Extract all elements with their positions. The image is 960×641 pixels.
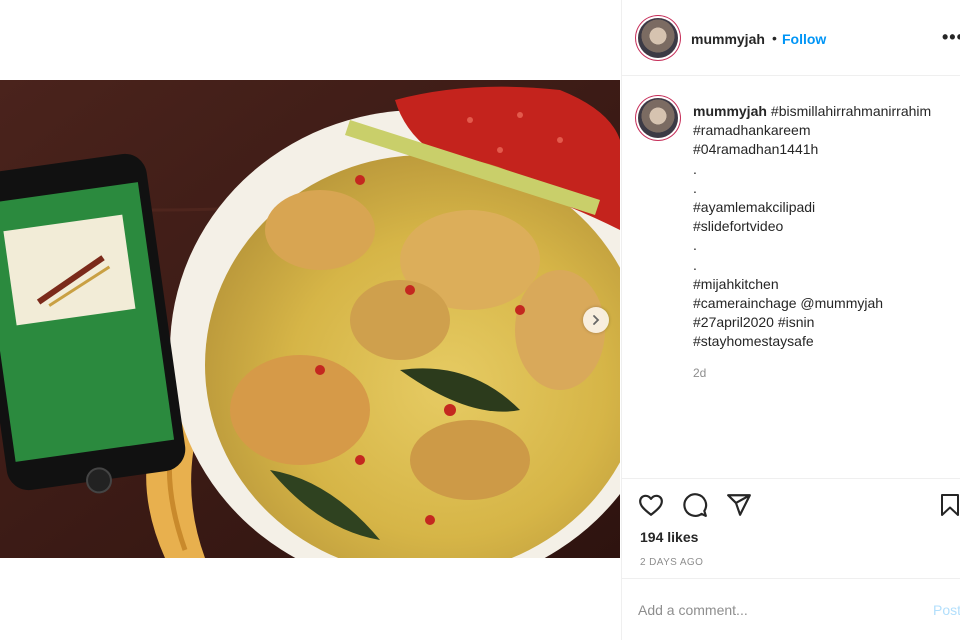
avatar[interactable] bbox=[638, 18, 678, 58]
post-photo[interactable] bbox=[0, 80, 620, 558]
caption-line-11[interactable]: #27april2020 #isnin bbox=[693, 313, 958, 332]
caption-line-7: . bbox=[693, 237, 697, 254]
post-header: mummyjah • Follow ••• bbox=[622, 0, 960, 76]
caption-line-1[interactable]: #ramadhankareem bbox=[693, 121, 958, 140]
caption-line-6[interactable]: #slidefortvideo bbox=[693, 217, 958, 236]
share-icon bbox=[727, 494, 751, 516]
comment-icon bbox=[683, 493, 708, 517]
caption-line-12[interactable]: #stayhomestaysafe bbox=[693, 332, 958, 351]
post-comment-button[interactable]: Post bbox=[933, 602, 960, 618]
caption-line-2[interactable]: #04ramadhan1441h bbox=[693, 140, 958, 159]
follow-button[interactable]: Follow bbox=[782, 31, 826, 47]
comment-button[interactable] bbox=[682, 492, 708, 523]
bookmark-icon bbox=[941, 494, 959, 516]
actions-divider bbox=[622, 478, 960, 479]
caption-line-4: . bbox=[693, 179, 697, 196]
like-button[interactable] bbox=[638, 492, 664, 523]
caption-avatar[interactable] bbox=[638, 98, 678, 138]
caption-line-5[interactable]: #ayamlemakcilipadi bbox=[693, 198, 958, 217]
caption-line-8: . bbox=[693, 256, 697, 273]
comment-box: Post bbox=[622, 578, 960, 641]
more-icon[interactable]: ••• bbox=[942, 27, 960, 48]
author-username[interactable]: mummyjah bbox=[691, 31, 765, 47]
caption-line-9[interactable]: #mijahkitchen bbox=[693, 275, 958, 294]
post-caption: mummyjah #bismillahirrahmanirrahim #ramad… bbox=[693, 102, 958, 352]
caption-line-0[interactable]: #bismillahirrahmanirrahim bbox=[771, 103, 931, 119]
next-photo-button[interactable] bbox=[583, 307, 609, 333]
save-button[interactable] bbox=[938, 492, 960, 523]
post-time-ago: 2 DAYS AGO bbox=[640, 557, 704, 568]
caption-username[interactable]: mummyjah bbox=[693, 103, 767, 119]
likes-count[interactable]: 194 likes bbox=[640, 529, 698, 545]
separator-dot: • bbox=[772, 30, 777, 46]
chevron-right-icon bbox=[593, 315, 600, 325]
caption-timestamp: 2d bbox=[693, 366, 707, 380]
caption-line-3: . bbox=[693, 160, 697, 177]
heart-icon bbox=[639, 494, 663, 516]
food-photo bbox=[0, 80, 620, 558]
share-button[interactable] bbox=[726, 492, 752, 523]
post-side-panel: mummyjah • Follow ••• mummyjah#bismillah… bbox=[621, 0, 960, 640]
comment-input[interactable] bbox=[638, 599, 918, 621]
post-media-area bbox=[0, 0, 620, 640]
caption-line-10[interactable]: #camerainchage @mummyjah bbox=[693, 294, 958, 313]
